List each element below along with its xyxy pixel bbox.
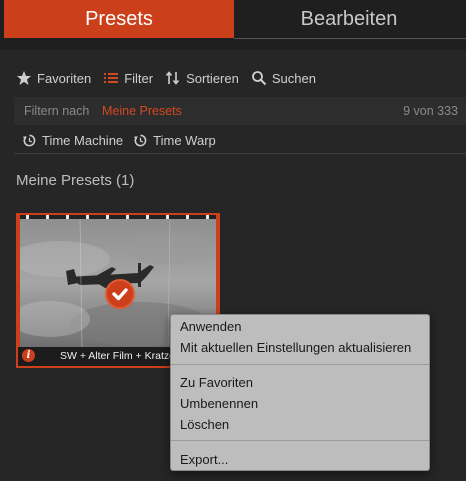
- menu-item-apply[interactable]: Anwenden: [180, 319, 241, 334]
- list-filter-icon: [104, 73, 119, 83]
- menu-item-update[interactable]: Mit aktuellen Einstellungen aktualisiere…: [180, 340, 411, 355]
- filter-label: Filter: [124, 70, 154, 86]
- sort-icon: [165, 71, 180, 85]
- rotate-arrow-icon: [22, 134, 36, 146]
- section-title: Meine Presets (1): [16, 172, 135, 189]
- chip-time-warp[interactable]: Time Warp: [133, 133, 216, 148]
- menu-item-export[interactable]: Export...: [180, 452, 228, 467]
- toolbar: Favoriten Filter Sortieren Suchen: [16, 68, 328, 88]
- menu-item-delete[interactable]: Löschen: [180, 417, 229, 432]
- search-label: Suchen: [271, 70, 316, 86]
- preset-chips: Time Machine Time Warp: [22, 131, 226, 149]
- sort-button[interactable]: Sortieren: [165, 70, 239, 86]
- chip-time-machine[interactable]: Time Machine: [22, 133, 123, 148]
- search-icon: [251, 71, 267, 86]
- result-count: 9 von 333: [403, 104, 458, 118]
- context-menu: Anwenden Mit aktuellen Einstellungen akt…: [170, 314, 430, 471]
- menu-item-add-favorite[interactable]: Zu Favoriten: [180, 375, 253, 390]
- menu-separator: [171, 440, 429, 441]
- star-icon: [17, 71, 31, 85]
- favorites-label: Favoriten: [37, 70, 92, 86]
- filter-value-link[interactable]: Meine Presets: [102, 104, 182, 118]
- rotate-arrow-icon: [134, 134, 147, 146]
- tab-bar: Presets Bearbeiten: [0, 0, 466, 50]
- filter-button[interactable]: Filter: [103, 70, 153, 86]
- favorites-button[interactable]: Favoriten: [16, 70, 91, 86]
- chip-label: Time Warp: [153, 132, 216, 148]
- preset-name: SW + Alter Film + Kratze: [60, 350, 175, 362]
- filter-bar: Filtern nach Meine Presets 9 von 333: [14, 97, 466, 125]
- divider: [14, 153, 466, 154]
- tab-presets[interactable]: Presets: [4, 0, 234, 38]
- menu-item-rename[interactable]: Umbenennen: [180, 396, 258, 411]
- tab-bearbeiten[interactable]: Bearbeiten: [234, 0, 464, 38]
- selected-check-icon: [105, 279, 135, 309]
- chip-label: Time Machine: [42, 132, 124, 148]
- tab-underline: [234, 38, 466, 39]
- sort-label: Sortieren: [186, 70, 239, 86]
- menu-separator: [171, 364, 429, 365]
- filter-by-label: Filtern nach: [24, 104, 90, 118]
- info-icon[interactable]: i: [22, 349, 35, 362]
- search-button[interactable]: Suchen: [251, 70, 316, 86]
